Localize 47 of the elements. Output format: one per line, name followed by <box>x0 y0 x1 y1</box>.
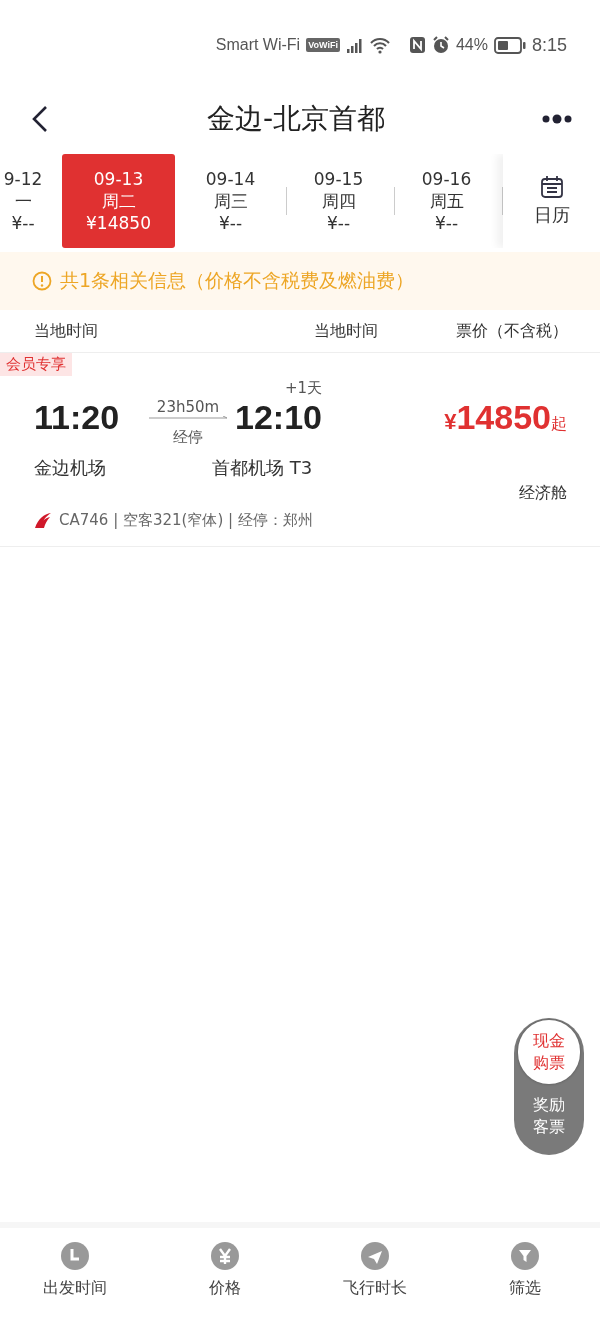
vowifi-badge: VoWiFi <box>306 38 340 52</box>
flight-details: CA746 | 空客321(窄体) | 经停：郑州 <box>59 510 313 530</box>
flight-card[interactable]: 会员专享 +1天 11:20 23h50m 经停 12:10 ¥14850起 金边机场 首都机场 T3 经济舱 CA746 | 空客321(窄体) | 经停：郑州 <box>0 353 600 547</box>
yen-icon <box>211 1242 239 1270</box>
info-icon <box>32 271 52 291</box>
stop-label: 经停 <box>173 428 203 447</box>
depart-time: 11:20 <box>34 398 121 438</box>
calendar-icon <box>539 175 564 199</box>
nfc-icon <box>408 36 426 54</box>
date-tab[interactable]: 09-14 周三 ¥-- <box>179 154 282 248</box>
network-label: Smart Wi-Fi <box>215 36 301 54</box>
date-tab[interactable]: 9-12 一 ¥-- <box>0 154 46 248</box>
battery-icon <box>493 36 526 54</box>
bottom-tab[interactable]: 飞行时长 <box>300 1228 450 1320</box>
filter-icon <box>511 1242 539 1270</box>
flight-duration: 23h50m <box>156 398 220 416</box>
arrive-time: 12:10 <box>234 398 322 438</box>
cabin-class: 经济舱 <box>518 483 567 504</box>
arrive-airport: 首都机场 T3 <box>212 456 313 480</box>
paper-plane-icon <box>361 1242 389 1270</box>
back-button[interactable] <box>30 104 50 134</box>
date-tab[interactable]: 09-13 周二 ¥14850 <box>62 154 175 248</box>
alarm-icon <box>431 36 450 54</box>
bottom-tab[interactable]: 筛选 <box>450 1228 600 1320</box>
member-tag: 会员专享 <box>0 353 72 376</box>
bottom-tab[interactable]: 出发时间 <box>0 1228 150 1320</box>
column-header: 当地时间 <box>313 320 378 342</box>
calendar-button[interactable]: 日历 <box>503 154 600 248</box>
column-header: 当地时间 <box>34 320 99 342</box>
clock-time: 8:15 <box>531 34 567 56</box>
depart-airport: 金边机场 <box>34 456 107 480</box>
more-button[interactable] <box>542 112 572 126</box>
bottom-tab[interactable]: 价格 <box>150 1228 300 1320</box>
clock-icon <box>61 1242 89 1270</box>
date-tab[interactable]: 09-15 周四 ¥-- <box>287 154 390 248</box>
date-tab[interactable]: 09-16 周五 ¥-- <box>395 154 498 248</box>
page-title: 金边-北京首都 <box>206 101 386 137</box>
notice-text: 共1条相关信息（价格不含税费及燃油费） <box>60 268 415 293</box>
day-offset: +1天 <box>283 379 322 398</box>
wifi-icon <box>368 36 391 54</box>
column-header: 票价（不含税） <box>455 320 568 342</box>
cash-purchase-button[interactable]: 现金购票 <box>518 1020 580 1084</box>
signal-icon <box>345 36 363 54</box>
award-ticket-button[interactable]: 奖励客票 <box>529 1094 569 1138</box>
battery-percent: 44% <box>455 36 488 54</box>
price: ¥14850起 <box>443 398 567 438</box>
airline-logo-icon <box>33 510 53 530</box>
